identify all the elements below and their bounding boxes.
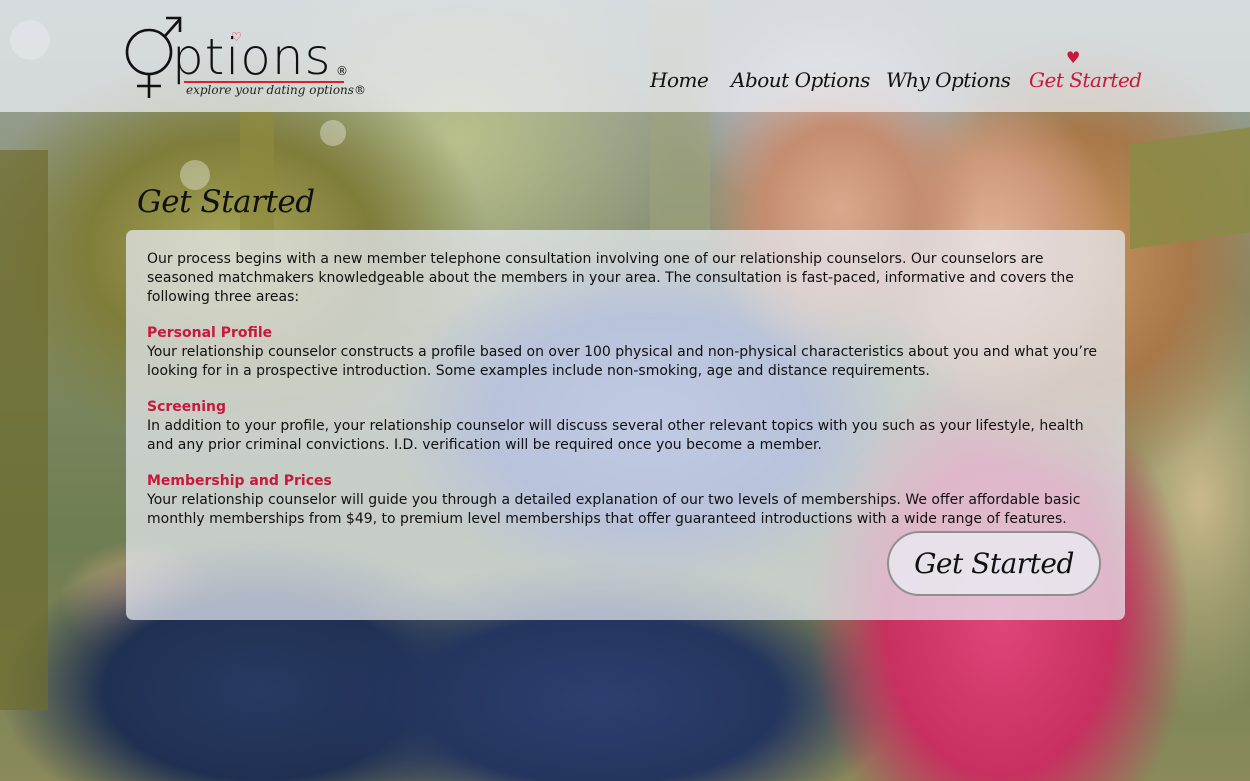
heart-icon: ♡ [231,30,242,44]
section-body-screening: In addition to your profile, your relati… [147,418,1084,453]
logo-wordmark: ptions [172,28,332,86]
registered-mark: ® [336,64,348,78]
heart-icon: ♥ [1066,48,1081,67]
section-heading-personal-profile: Personal Profile [147,325,273,341]
intro-paragraph: Our process begins with a new member tel… [147,251,1074,305]
bokeh-light [320,120,346,146]
nav-home[interactable]: Home [650,68,709,92]
fence-rail [1130,125,1250,250]
logo-tagline: explore your dating options® [186,83,366,97]
page-title: Get Started [137,184,315,220]
site-logo[interactable]: ptions ♡ ® explore your dating options® [124,12,366,102]
section-body-membership-prices: Your relationship counselor will guide y… [147,492,1081,527]
section-heading-membership-prices: Membership and Prices [147,473,332,489]
nav-get-started[interactable]: Get Started [1029,68,1142,92]
nav-why-options[interactable]: Why Options [886,68,1011,92]
section-heading-screening: Screening [147,399,227,415]
site-header: ptions ♡ ® explore your dating options® … [0,0,1250,112]
fence-post [0,150,48,710]
content-body: Our process begins with a new member tel… [147,250,1107,529]
section-body-personal-profile: Your relationship counselor constructs a… [147,344,1098,379]
nav-about-options[interactable]: About Options [731,68,870,92]
fence-post [240,110,274,250]
get-started-button[interactable]: Get Started [887,531,1101,596]
